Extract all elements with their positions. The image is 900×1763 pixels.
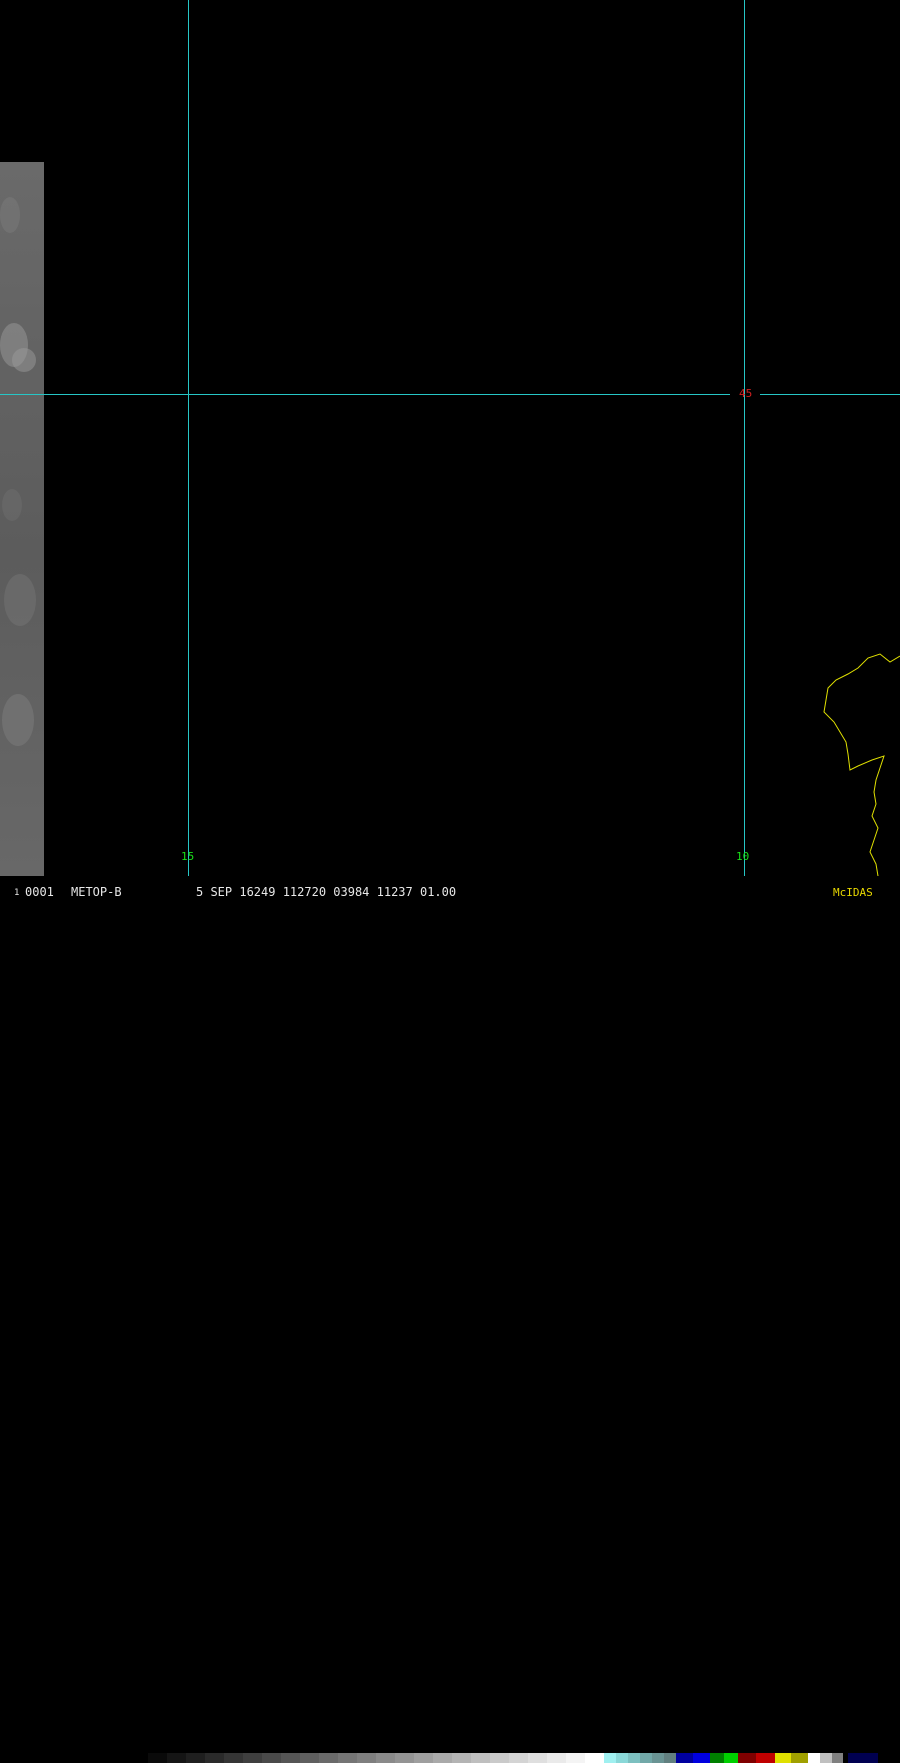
satellite-imagery bbox=[0, 0, 900, 893]
color-scale-segment bbox=[808, 1753, 820, 1763]
color-scale-segment bbox=[281, 1753, 300, 1763]
color-scale-segment bbox=[724, 1753, 738, 1763]
frame-number: 1 bbox=[14, 888, 20, 898]
longitude-label-10: 10 bbox=[736, 850, 750, 863]
color-scale-segment bbox=[262, 1753, 281, 1763]
color-scale-segment bbox=[566, 1753, 585, 1763]
latitude-label-45: 45 bbox=[739, 387, 753, 400]
color-scale-segment bbox=[640, 1753, 652, 1763]
color-scale-segment bbox=[395, 1753, 414, 1763]
coastline bbox=[823, 653, 900, 893]
color-scale-segment bbox=[433, 1753, 452, 1763]
color-scale-segment bbox=[791, 1753, 808, 1763]
color-scale-bar bbox=[148, 1753, 900, 1763]
color-scale-segment bbox=[664, 1753, 676, 1763]
color-scale-segment bbox=[848, 1753, 878, 1763]
image-datetime: 5 SEP 16249 112720 03984 11237 01.00 bbox=[196, 885, 457, 899]
color-scale-segment bbox=[452, 1753, 471, 1763]
product-label: McIDAS bbox=[833, 886, 873, 899]
color-scale-segment bbox=[243, 1753, 262, 1763]
color-scale-segment bbox=[186, 1753, 205, 1763]
color-scale-segment bbox=[547, 1753, 566, 1763]
color-scale-segment bbox=[471, 1753, 490, 1763]
color-scale-segment bbox=[148, 1753, 167, 1763]
color-scale-segment bbox=[585, 1753, 604, 1763]
color-scale-segment bbox=[775, 1753, 791, 1763]
color-scale-segment bbox=[509, 1753, 528, 1763]
longitude-label-15: 15 bbox=[181, 850, 195, 863]
color-scale-segment bbox=[820, 1753, 832, 1763]
color-scale-segment bbox=[616, 1753, 628, 1763]
satellite-image-viewer: 45 15 10 bbox=[0, 0, 900, 900]
frame-id: 0001 bbox=[25, 885, 54, 899]
color-scale-segment bbox=[832, 1753, 843, 1763]
color-scale-segment bbox=[357, 1753, 376, 1763]
color-scale-segment bbox=[652, 1753, 664, 1763]
color-scale-segment bbox=[628, 1753, 640, 1763]
color-scale-segment bbox=[338, 1753, 357, 1763]
color-scale-segment bbox=[693, 1753, 710, 1763]
color-scale-segment bbox=[376, 1753, 395, 1763]
color-scale-segment bbox=[490, 1753, 509, 1763]
color-scale-segment bbox=[300, 1753, 319, 1763]
color-scale-segment bbox=[205, 1753, 224, 1763]
color-scale-segment bbox=[710, 1753, 724, 1763]
color-scale-segment bbox=[738, 1753, 756, 1763]
cloud-imagery-swath bbox=[0, 162, 44, 876]
color-scale-segment bbox=[676, 1753, 693, 1763]
color-scale-segment bbox=[528, 1753, 547, 1763]
color-scale-segment bbox=[167, 1753, 186, 1763]
color-scale-segment bbox=[224, 1753, 243, 1763]
color-scale-segment bbox=[756, 1753, 775, 1763]
color-scale-segment bbox=[414, 1753, 433, 1763]
satellite-name: METOP-B bbox=[71, 885, 122, 899]
color-scale-segment bbox=[319, 1753, 338, 1763]
color-scale-segment bbox=[604, 1753, 616, 1763]
